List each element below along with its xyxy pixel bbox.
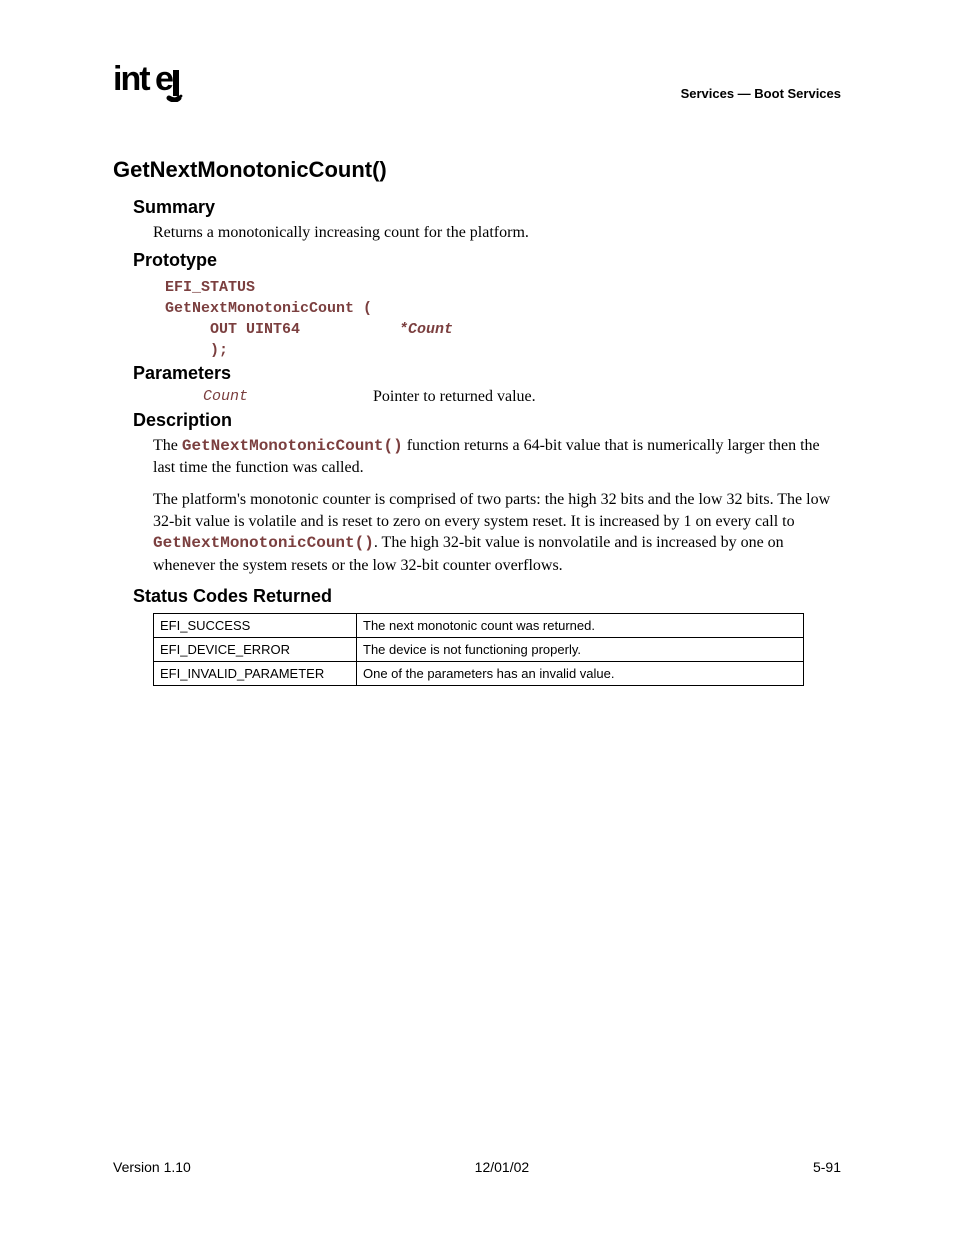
prototype-heading: Prototype xyxy=(133,250,841,271)
summary-heading: Summary xyxy=(133,197,841,218)
svg-text:int: int xyxy=(113,62,150,98)
status-desc: The next monotonic count was returned. xyxy=(357,614,804,638)
intel-logo: int e xyxy=(113,62,183,107)
parameter-name: Count xyxy=(203,388,373,406)
inline-code: GetNextMonotonicCount() xyxy=(153,534,374,552)
parameter-desc: Pointer to returned value. xyxy=(373,388,536,406)
summary-text: Returns a monotonically increasing count… xyxy=(153,222,841,244)
status-code: EFI_DEVICE_ERROR xyxy=(154,638,357,662)
status-code: EFI_SUCCESS xyxy=(154,614,357,638)
svg-text:e: e xyxy=(155,62,173,98)
code-line: ); xyxy=(165,342,228,359)
status-heading: Status Codes Returned xyxy=(133,586,841,607)
inline-code: GetNextMonotonicCount() xyxy=(182,437,403,455)
page-footer: Version 1.10 12/01/02 5-91 xyxy=(113,1159,841,1175)
parameters-heading: Parameters xyxy=(133,363,841,384)
parameter-row: Count Pointer to returned value. xyxy=(203,388,841,406)
description-p1: The GetNextMonotonicCount() function ret… xyxy=(153,435,841,479)
code-param: *Count xyxy=(399,321,453,338)
text-run: The platform's monotonic counter is comp… xyxy=(153,491,830,530)
status-desc: The device is not functioning properly. xyxy=(357,638,804,662)
code-line: OUT UINT64 xyxy=(165,321,399,338)
footer-page: 5-91 xyxy=(813,1159,841,1175)
code-line: GetNextMonotonicCount ( xyxy=(165,300,372,317)
prototype-code: EFI_STATUS GetNextMonotonicCount ( OUT U… xyxy=(165,277,841,361)
code-line: EFI_STATUS xyxy=(165,279,255,296)
breadcrumb: Services — Boot Services xyxy=(681,62,841,101)
footer-date: 12/01/02 xyxy=(475,1159,530,1175)
table-row: EFI_DEVICE_ERROR The device is not funct… xyxy=(154,638,804,662)
footer-version: Version 1.10 xyxy=(113,1159,191,1175)
page-title: GetNextMonotonicCount() xyxy=(113,157,841,183)
table-row: EFI_INVALID_PARAMETER One of the paramet… xyxy=(154,662,804,686)
status-code: EFI_INVALID_PARAMETER xyxy=(154,662,357,686)
description-heading: Description xyxy=(133,410,841,431)
status-codes-table: EFI_SUCCESS The next monotonic count was… xyxy=(153,613,804,686)
table-row: EFI_SUCCESS The next monotonic count was… xyxy=(154,614,804,638)
status-desc: One of the parameters has an invalid val… xyxy=(357,662,804,686)
description-p2: The platform's monotonic counter is comp… xyxy=(153,489,841,576)
text-run: The xyxy=(153,437,182,454)
page-header: int e Services — Boot Services xyxy=(113,62,841,107)
